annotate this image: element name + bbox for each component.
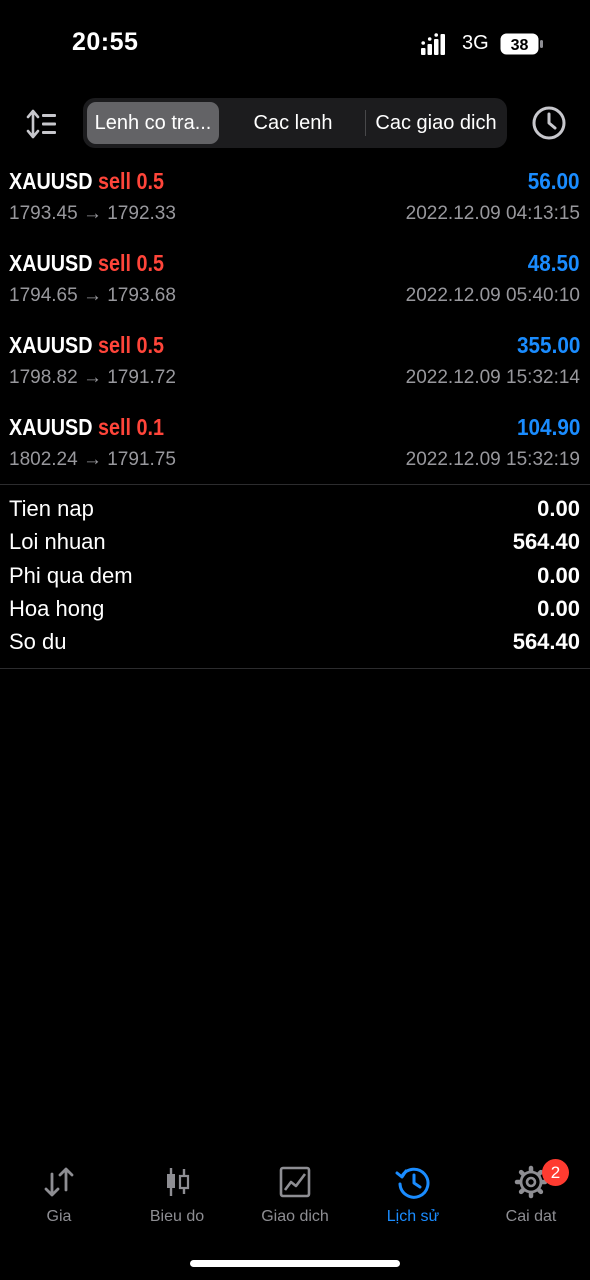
summary-value: 564.40 xyxy=(512,529,580,555)
deal-symbol-line: XAUUSD sell 0.5 xyxy=(9,168,164,195)
deal-profit: 48.50 xyxy=(528,250,580,276)
sort-icon[interactable] xyxy=(24,106,60,142)
divider xyxy=(0,484,590,485)
deal-symbol: XAUUSD xyxy=(9,250,93,276)
nav-label: Lịch sử xyxy=(386,1208,440,1225)
deal-symbol-line: XAUUSD sell 0.1 xyxy=(9,414,164,441)
cellular-signal-icon xyxy=(421,33,445,55)
deal-symbol: XAUUSD xyxy=(9,414,93,440)
history-segmented-control: Lenh co tra... Cac lenh Cac giao dich xyxy=(83,98,507,148)
deal-symbol: XAUUSD xyxy=(9,168,93,194)
nav-label: Cai dat xyxy=(505,1208,557,1225)
deal-datetime: 2022.12.09 15:32:19 xyxy=(405,449,580,470)
toolbar: Lenh co tra... Cac lenh Cac giao dich xyxy=(0,98,590,150)
bottom-tab-bar: Gia Bieu do Giao dich Lịch sử Cai dat xyxy=(0,1160,590,1230)
tab-deals[interactable]: Cac giao dich xyxy=(368,102,504,144)
deal-datetime: 2022.12.09 05:40:10 xyxy=(405,285,580,306)
home-indicator[interactable] xyxy=(190,1260,400,1267)
summary-label: Loi nhuan xyxy=(9,529,106,555)
summary-value: 0.00 xyxy=(537,562,580,588)
summary-value: 564.40 xyxy=(512,629,580,655)
deal-symbol-line: XAUUSD sell 0.5 xyxy=(9,250,164,277)
deal-symbol-line: XAUUSD sell 0.5 xyxy=(9,332,164,359)
deal-profit: 104.90 xyxy=(516,414,580,440)
battery-icon: 38 xyxy=(500,33,543,55)
nav-label: Giao dich xyxy=(261,1208,329,1225)
deal-prices: 1802.24 → 1791.75 xyxy=(9,449,176,470)
deal-volume: 0.5 xyxy=(136,168,165,194)
nav-label: Gia xyxy=(46,1208,72,1225)
deal-row[interactable]: XAUUSD sell 0.5 48.50 1794.65 → 1793.68 … xyxy=(0,244,590,326)
summary-label: Hoa hong xyxy=(9,595,105,621)
nav-label: Bieu do xyxy=(149,1208,205,1225)
tab-positions[interactable]: Lenh co tra... xyxy=(87,102,219,144)
summary-panel: Tien nap 0.00 Loi nhuan 564.40 Phi qua d… xyxy=(0,494,590,660)
candlestick-icon xyxy=(167,1168,190,1196)
quotes-arrows-icon xyxy=(44,1167,74,1197)
deal-volume: 0.5 xyxy=(136,332,165,358)
segment-divider xyxy=(365,110,366,136)
settings-badge: 2 xyxy=(542,1159,569,1186)
deal-prices: 1794.65 → 1793.68 xyxy=(9,285,176,306)
summary-label: Tien nap xyxy=(9,496,94,521)
summary-row-balance: So du 564.40 xyxy=(0,627,590,660)
battery-level: 38 xyxy=(511,37,529,54)
deal-prices: 1798.82 → 1791.72 xyxy=(9,367,176,388)
deal-volume: 0.1 xyxy=(136,414,165,440)
deals-list: XAUUSD sell 0.5 56.00 1793.45 → 1792.33 … xyxy=(0,162,590,490)
summary-row-swap: Phi qua dem 0.00 xyxy=(0,561,590,594)
deal-row[interactable]: XAUUSD sell 0.5 355.00 1798.82 → 1791.72… xyxy=(0,326,590,408)
clock-icon[interactable] xyxy=(530,104,568,142)
deal-prices: 1793.45 → 1792.33 xyxy=(9,203,176,224)
deal-side: sell xyxy=(98,168,132,194)
deal-datetime: 2022.12.09 15:32:14 xyxy=(405,367,580,388)
trade-chart-icon xyxy=(279,1166,311,1198)
nav-quotes[interactable]: Gia xyxy=(0,1160,118,1230)
nav-chart[interactable]: Bieu do xyxy=(118,1160,236,1230)
tab-orders[interactable]: Cac lenh xyxy=(225,102,361,144)
deal-side: sell xyxy=(98,250,132,276)
nav-settings[interactable]: Cai dat xyxy=(472,1160,590,1230)
summary-value: 0.00 xyxy=(537,496,580,521)
history-clock-icon xyxy=(395,1167,430,1199)
summary-label: Phi qua dem xyxy=(9,562,133,588)
network-type: 3G xyxy=(462,32,489,54)
summary-row-profit: Loi nhuan 564.40 xyxy=(0,527,590,560)
nav-history[interactable]: Lịch sử xyxy=(354,1160,472,1230)
deal-profit: 56.00 xyxy=(528,168,580,194)
divider xyxy=(0,668,590,669)
deal-row[interactable]: XAUUSD sell 0.5 56.00 1793.45 → 1792.33 … xyxy=(0,162,590,244)
summary-label: So du xyxy=(9,629,67,655)
status-bar: 20:55 3G 38 xyxy=(0,0,590,90)
deal-volume: 0.5 xyxy=(136,250,165,276)
deal-row[interactable]: XAUUSD sell 0.1 104.90 1802.24 → 1791.75… xyxy=(0,408,590,490)
status-time: 20:55 xyxy=(72,28,139,56)
deal-datetime: 2022.12.09 04:13:15 xyxy=(405,203,580,224)
summary-row-commission: Hoa hong 0.00 xyxy=(0,594,590,627)
deal-symbol: XAUUSD xyxy=(9,332,93,358)
deal-side: sell xyxy=(98,332,132,358)
nav-trade[interactable]: Giao dich xyxy=(236,1160,354,1230)
summary-value: 0.00 xyxy=(537,595,580,621)
deal-side: sell xyxy=(98,414,132,440)
summary-row-deposit: Tien nap 0.00 xyxy=(0,494,590,527)
deal-profit: 355.00 xyxy=(516,332,580,358)
